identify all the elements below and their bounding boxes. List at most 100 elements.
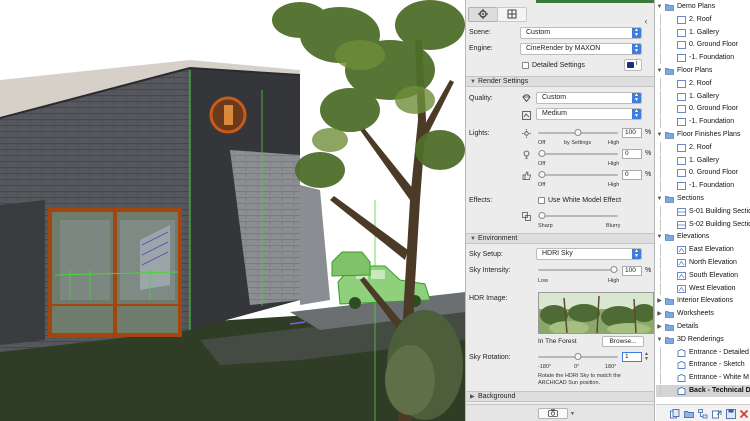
render-settings-header[interactable]: ▼ Render Settings [466, 76, 654, 87]
navigator-view-item[interactable]: Back - Technical D [656, 385, 750, 397]
render-camera-button[interactable] [538, 408, 568, 419]
disclosure-right-icon[interactable]: ▶ [656, 321, 663, 333]
navigator-item-label: Entrance - White M [689, 374, 749, 382]
info-button[interactable]: i [624, 59, 642, 71]
sharpness-slider[interactable] [538, 212, 618, 220]
slider-thumb[interactable] [574, 129, 582, 136]
settings-tab[interactable] [468, 7, 498, 22]
disclosure-right-icon[interactable]: ▶ [656, 308, 663, 320]
sun-icon [521, 128, 531, 138]
environment-header[interactable]: ▼ Environment [466, 233, 654, 244]
browse-button[interactable]: Browse... [602, 336, 644, 347]
plan-icon [677, 105, 686, 114]
scene-dropdown[interactable]: Custom ▲ ▼ [520, 27, 642, 39]
new-viewpoint-button[interactable] [670, 409, 680, 419]
navigator-folder[interactable]: ▶ Details [656, 321, 750, 333]
navigator-view-item[interactable]: 2. Roof [656, 13, 750, 26]
disclosure-right-icon: ▶ [470, 394, 475, 400]
engine-dropdown[interactable]: CineRender by MAXON ▲ ▼ [520, 43, 642, 55]
navigator-view-item[interactable]: 1. Gallery [656, 26, 750, 39]
save-view-button[interactable] [726, 409, 736, 419]
disclosure-down-icon[interactable]: ▼ [656, 129, 663, 141]
background-header[interactable]: ▶ Background [466, 391, 654, 402]
delete-button[interactable] [739, 409, 749, 419]
elevation-icon [677, 259, 686, 267]
slider-thumb[interactable] [538, 171, 546, 178]
navigator-panel: ▼ Demo Plans 2. Roof 1. Gallery 0. Ground Fl… [656, 0, 750, 421]
navigator-folder[interactable]: ▼ Demo Plans [656, 1, 750, 13]
navigator-view-item[interactable]: 1. Gallery [656, 90, 750, 103]
sky-rotation-slider[interactable] [538, 353, 618, 361]
navigator-view-item[interactable]: West Elevation [656, 282, 750, 295]
layout-tab[interactable] [497, 7, 527, 22]
tick-zero-angle: 0° [574, 364, 580, 370]
navigator-view-item[interactable]: -1. Foundation [656, 52, 750, 65]
3d-viewport[interactable] [0, 0, 465, 421]
navigator-view-item[interactable]: S-01 Building Section [656, 205, 750, 218]
navigator-folder[interactable]: ▼ Sections [656, 193, 750, 205]
navigator-view-item[interactable]: Entrance - Sketch [656, 359, 750, 372]
navigator-item-label: Entrance - Detailed [689, 348, 749, 356]
navigator-folder[interactable]: ▼ Floor Plans [656, 65, 750, 77]
stepper-icon[interactable]: ▲ ▼ [644, 352, 649, 362]
slider-thumb[interactable] [538, 212, 546, 219]
navigator-view-item[interactable]: -1. Foundation [656, 116, 750, 129]
lamp-light-value[interactable]: 0 [622, 149, 642, 159]
navigator-view-item[interactable]: North Elevation [656, 257, 750, 269]
slider-thumb[interactable] [610, 266, 618, 273]
quality-preset-dropdown[interactable]: Custom ▲ ▼ [536, 92, 642, 104]
disclosure-right-icon[interactable]: ▶ [656, 295, 663, 307]
navigator-view-item[interactable]: 0. Ground Floor [656, 39, 750, 52]
sun-light-slider[interactable] [538, 129, 618, 137]
navigator-folder[interactable]: ▼ Elevations [656, 231, 750, 243]
scene-label: Scene: [469, 29, 491, 36]
lamp-light-slider[interactable] [538, 150, 618, 158]
environment-light-slider[interactable] [538, 171, 618, 179]
navigator-view-item[interactable]: South Elevation [656, 269, 750, 282]
detailed-settings-checkbox[interactable] [522, 62, 529, 69]
navigator-item-label: East Elevation [689, 246, 734, 254]
tree-options-button[interactable] [698, 409, 708, 419]
navigator-folder[interactable]: ▶ Interior Elevations [656, 295, 750, 307]
navigator-folder[interactable]: ▶ Worksheets [656, 308, 750, 320]
navigator-view-item[interactable]: 1. Gallery [656, 154, 750, 167]
sky-intensity-value[interactable]: 100 [622, 266, 642, 276]
disclosure-down-icon[interactable]: ▼ [656, 65, 663, 77]
navigator-view-item[interactable]: Entrance - White M [656, 372, 750, 385]
navigator-view-item[interactable]: 0. Ground Floor [656, 103, 750, 116]
navigator-item-label: Floor Plans [677, 67, 713, 74]
disclosure-down-icon[interactable]: ▼ [656, 231, 663, 243]
navigator-view-item[interactable]: 0. Ground Floor [656, 167, 750, 180]
navigator-folder[interactable]: ▼ Floor Finishes Plans [656, 129, 750, 141]
navigator-view-item[interactable]: S-02 Building Section [656, 218, 750, 231]
move-button[interactable] [712, 409, 722, 419]
white-model-checkbox[interactable] [538, 197, 545, 204]
navigator-view-item[interactable]: 2. Roof [656, 141, 750, 154]
sky-rotation-value[interactable]: 1 [622, 352, 642, 362]
sky-intensity-slider[interactable] [538, 266, 618, 274]
disclosure-down-icon[interactable]: ▼ [656, 1, 663, 13]
quality-level-dropdown[interactable]: Medium ▲ ▼ [536, 108, 642, 120]
chevron-updown-icon: ▲ ▼ [632, 28, 641, 38]
slider-thumb[interactable] [538, 150, 546, 157]
navigator-folder[interactable]: ▼ 3D Renderings [656, 334, 750, 346]
navigator-view-item[interactable]: East Elevation [656, 244, 750, 257]
chevron-updown-icon: ▲ ▼ [632, 249, 641, 259]
clone-folder-button[interactable] [684, 409, 694, 419]
sun-light-value[interactable]: 100 [622, 128, 642, 138]
tree-guide-line [660, 26, 661, 39]
disclosure-down-icon[interactable]: ▼ [656, 193, 663, 205]
slider-thumb[interactable] [574, 353, 582, 360]
sky-setup-dropdown[interactable]: HDRI Sky ▲ ▼ [536, 248, 642, 260]
environment-light-value[interactable]: 0 [622, 170, 642, 180]
tree-guide-line [660, 39, 661, 52]
navigator-view-item[interactable]: 2. Roof [656, 77, 750, 90]
sky-setup-value: HDRI Sky [542, 250, 573, 257]
navigator-view-item[interactable]: -1. Foundation [656, 180, 750, 193]
navigator-view-item[interactable]: Entrance - Detailed [656, 346, 750, 359]
panel-collapse-arrow[interactable]: ‹ [641, 15, 651, 27]
disclosure-down-icon[interactable]: ▼ [656, 334, 663, 346]
chevron-down-icon[interactable]: ▼ [570, 411, 575, 417]
thumbs-up-icon [521, 170, 531, 180]
tree-guide-line [660, 141, 661, 154]
